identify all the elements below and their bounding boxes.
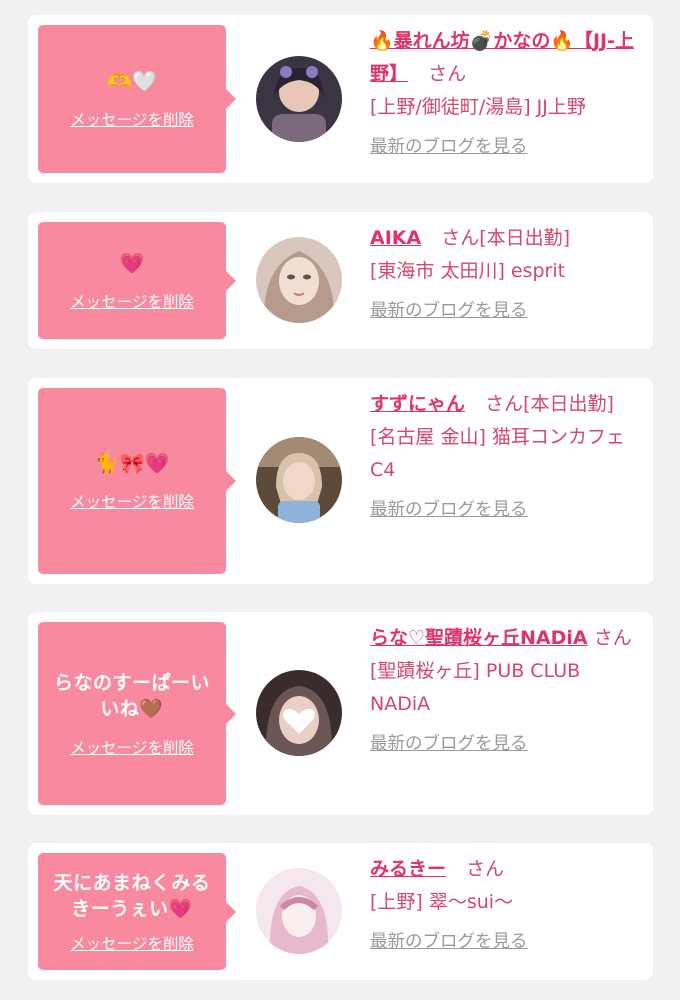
shop-location: [聖蹟桜ヶ丘] PUB CLUB NADiA xyxy=(370,660,581,715)
latest-blog-link[interactable]: 最新のブログを見る xyxy=(370,929,528,955)
honorific: さん xyxy=(466,858,505,880)
user-name-link[interactable]: みるきー xyxy=(370,858,446,880)
avatar[interactable] xyxy=(256,868,342,954)
message-bubble: 🫶🤍 メッセージを削除 xyxy=(38,25,236,173)
message-list: 🫶🤍 メッセージを削除 🔥暴れん坊💣かなの🔥【JJ-上野】 さん [上野/御徒町… xyxy=(0,0,680,1000)
user-name-link[interactable]: AIKA xyxy=(370,227,421,249)
list-item: 天にあまねくみるきーうぇい💗 メッセージを削除 みるきー さん [上野] 翠〜s… xyxy=(28,843,653,980)
user-name-link[interactable]: らな♡聖蹟桜ヶ丘NADiA xyxy=(370,627,588,649)
list-item: らなのすーぱーいいね🤎 メッセージを削除 らな♡聖蹟桜ヶ丘NADiA さん [聖… xyxy=(28,612,653,815)
message-text: 💗 xyxy=(119,250,145,275)
user-name-link[interactable]: すずにゃん xyxy=(370,393,465,415)
avatar[interactable] xyxy=(256,670,342,756)
list-item: 🐈🎀💗 メッセージを削除 すずにゃん さん[本日出勤] [名古屋 金山] 猫耳コ… xyxy=(28,378,653,584)
user-info: AIKA さん[本日出勤] [東海市 太田川] esprit 最新のブログを見る xyxy=(370,222,640,327)
message-bubble: 🐈🎀💗 メッセージを削除 xyxy=(38,388,236,574)
honorific: さん xyxy=(428,63,467,85)
avatar[interactable] xyxy=(256,237,342,323)
delete-message-link[interactable]: メッセージを削除 xyxy=(70,932,194,954)
honorific: さん[本日出勤] xyxy=(485,393,614,415)
avatar[interactable] xyxy=(256,56,342,142)
message-text: 🫶🤍 xyxy=(107,69,157,93)
shop-location: [上野] 翠〜sui〜 xyxy=(370,891,514,913)
list-item: 💗 メッセージを削除 AIKA さん[本日出勤] [東海市 太田川] espri… xyxy=(28,212,653,349)
latest-blog-link[interactable]: 最新のブログを見る xyxy=(370,134,528,160)
user-name-link[interactable]: 🔥暴れん坊💣かなの🔥【JJ-上野】 xyxy=(370,30,634,85)
shop-location: [上野/御徒町/湯島] JJ上野 xyxy=(370,96,586,118)
avatar[interactable] xyxy=(256,437,342,523)
message-bubble: 天にあまねくみるきーうぇい💗 メッセージを削除 xyxy=(38,853,236,970)
list-item: 🫶🤍 メッセージを削除 🔥暴れん坊💣かなの🔥【JJ-上野】 さん [上野/御徒町… xyxy=(28,15,653,183)
user-info: らな♡聖蹟桜ヶ丘NADiA さん [聖蹟桜ヶ丘] PUB CLUB NADiA … xyxy=(370,622,640,760)
shop-location: [東海市 太田川] esprit xyxy=(370,260,566,282)
user-info: 🔥暴れん坊💣かなの🔥【JJ-上野】 さん [上野/御徒町/湯島] JJ上野 最新… xyxy=(370,25,640,163)
delete-message-link[interactable]: メッセージを削除 xyxy=(70,490,194,512)
shop-location: [名古屋 金山] 猫耳コンカフェ C4 xyxy=(370,426,625,481)
latest-blog-link[interactable]: 最新のブログを見る xyxy=(370,298,528,324)
honorific: さん[本日出勤] xyxy=(441,227,571,249)
message-text: らなのすーぱーいいね🤎 xyxy=(53,671,210,720)
message-bubble: らなのすーぱーいいね🤎 メッセージを削除 xyxy=(38,622,236,805)
user-info: すずにゃん さん[本日出勤] [名古屋 金山] 猫耳コンカフェ C4 最新のブロ… xyxy=(370,388,640,526)
latest-blog-link[interactable]: 最新のブログを見る xyxy=(370,497,528,523)
user-info: みるきー さん [上野] 翠〜sui〜 最新のブログを見る xyxy=(370,853,640,958)
message-text: 🐈🎀💗 xyxy=(94,451,170,475)
delete-message-link[interactable]: メッセージを削除 xyxy=(70,108,194,130)
delete-message-link[interactable]: メッセージを削除 xyxy=(70,290,194,312)
honorific: さん xyxy=(593,627,632,649)
delete-message-link[interactable]: メッセージを削除 xyxy=(70,736,194,758)
message-bubble: 💗 メッセージを削除 xyxy=(38,222,236,339)
message-text: 天にあまねくみるきーうぇい💗 xyxy=(53,871,211,920)
latest-blog-link[interactable]: 最新のブログを見る xyxy=(370,731,528,757)
